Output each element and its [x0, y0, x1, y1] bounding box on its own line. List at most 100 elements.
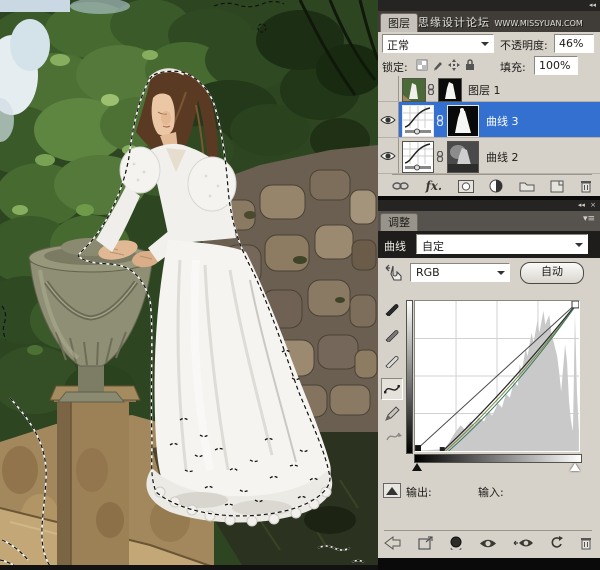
mask-link-icon[interactable]	[436, 115, 444, 126]
adjustments-footer	[384, 530, 592, 555]
photoshop-workspace: ◂◂ 图层 思缘设计论坛 WWW.MISSYUAN.COM 正常 不透明度: 4…	[0, 0, 600, 570]
collapse-panel-icon[interactable]: ◂◂	[589, 1, 596, 9]
channel-value: RGB	[416, 266, 440, 279]
blend-mode-value: 正常	[387, 39, 409, 52]
reset-icon[interactable]	[550, 536, 564, 550]
layer-name: 曲线 3	[486, 115, 519, 128]
channel-select[interactable]: RGB	[410, 263, 510, 282]
auto-button[interactable]: 自动	[520, 262, 584, 284]
blend-opacity-row: 正常 不透明度: 46%	[378, 32, 600, 56]
add-layer-mask-icon[interactable]	[457, 179, 474, 193]
fill-value: 100%	[539, 59, 571, 72]
shadow-input-slider[interactable]	[412, 463, 422, 471]
gray-point-eyedropper-icon[interactable]	[384, 326, 400, 342]
layers-tab-bar: 图层 思缘设计论坛 WWW.MISSYUAN.COM	[378, 11, 600, 32]
white-point-eyedropper-icon[interactable]	[384, 352, 400, 368]
eye-icon	[380, 115, 396, 124]
opacity-input[interactable]: 46%	[554, 34, 594, 53]
right-sleeve	[187, 156, 237, 212]
opacity-value: 46%	[559, 37, 584, 50]
curve-editor	[378, 288, 600, 478]
new-adjustment-layer-icon[interactable]	[489, 179, 503, 193]
panel-column: ◂◂ 图层 思缘设计论坛 WWW.MISSYUAN.COM 正常 不透明度: 4…	[378, 0, 600, 570]
new-group-icon[interactable]	[519, 180, 535, 192]
visibility-toggle[interactable]	[378, 102, 399, 137]
delete-layer-icon[interactable]	[580, 179, 592, 193]
fill-label: 填充:	[500, 61, 526, 74]
expanded-view-icon[interactable]	[418, 536, 434, 550]
layer-name: 图层 1	[468, 84, 501, 97]
clip-to-layer-icon[interactable]	[449, 536, 463, 550]
eye-icon	[380, 151, 396, 160]
highlight-input-slider[interactable]	[570, 463, 580, 471]
link-layers-icon[interactable]	[392, 181, 410, 191]
tab-adjustments[interactable]: 调整	[380, 213, 418, 231]
opacity-label: 不透明度:	[500, 39, 548, 52]
fill-input[interactable]: 100%	[534, 56, 578, 75]
edit-points-tool[interactable]	[381, 378, 403, 400]
mask-link-icon[interactable]	[436, 151, 444, 162]
adjustments-panel: ◂◂ × 调整 ▾≡ 曲线 自定 RGB 自动 输出: 输入:	[378, 200, 600, 558]
adjustments-tab-bar: 调整 ▾≡	[378, 211, 600, 231]
layers-panel: ◂◂ 图层 思缘设计论坛 WWW.MISSYUAN.COM 正常 不透明度: 4…	[378, 0, 600, 196]
adjustments-panel-header: ◂◂ ×	[378, 200, 600, 211]
lock-label: 锁定:	[382, 61, 408, 74]
draw-curve-pencil-icon[interactable]	[384, 406, 400, 422]
layer-mask-thumbnail[interactable]	[438, 78, 462, 102]
white-point-marker	[571, 301, 579, 309]
view-previous-state-icon[interactable]	[513, 537, 535, 549]
output-label: 输出:	[406, 486, 432, 499]
curves-adjustment-thumbnail[interactable]	[402, 105, 434, 137]
output-gradient-bar	[406, 300, 413, 454]
canvas-bottom-edge	[0, 565, 378, 570]
layer-list: 图层 1 曲线 3 曲线 2	[378, 76, 600, 174]
close-panel-icon[interactable]: ×	[590, 201, 596, 209]
new-layer-icon[interactable]	[550, 180, 564, 193]
black-point-marker	[415, 445, 422, 451]
watermark-url: WWW.MISSYUAN.COM	[494, 19, 583, 28]
clipping-preview-icon[interactable]	[383, 483, 401, 498]
curves-adjustment-thumbnail[interactable]	[402, 141, 434, 173]
photo-canvas[interactable]	[0, 0, 378, 570]
blend-mode-select[interactable]: 正常	[382, 34, 494, 53]
output-input-row: 输出: 输入:	[378, 482, 600, 502]
layer-row-quxian2[interactable]: 曲线 2	[378, 138, 600, 174]
mask-link-icon[interactable]	[427, 84, 435, 95]
input-gradient-bar	[414, 454, 582, 463]
channel-row: RGB 自动	[378, 258, 600, 288]
layer-name: 曲线 2	[486, 151, 519, 164]
visibility-toggle[interactable]	[378, 76, 399, 101]
layers-footer: fx.	[392, 174, 592, 197]
return-to-list-icon[interactable]	[384, 536, 402, 550]
layer-mask-thumbnail[interactable]	[447, 105, 479, 137]
visibility-toggle[interactable]	[378, 138, 399, 173]
smooth-curve-icon[interactable]	[384, 428, 402, 444]
preset-value: 自定	[422, 240, 444, 253]
curve-grid[interactable]	[414, 300, 580, 452]
watermark-name: 思缘设计论坛	[418, 16, 490, 29]
layer-mask-thumbnail[interactable]	[447, 141, 479, 173]
layer-thumbnail[interactable]	[402, 78, 426, 102]
delete-adjustment-icon[interactable]	[580, 536, 592, 550]
visibility-icon[interactable]	[479, 538, 497, 549]
chevron-down-icon	[481, 42, 489, 50]
pedestal	[49, 385, 141, 570]
layers-panel-header: ◂◂	[378, 0, 600, 11]
lock-fill-row: 锁定: 填充: 100%	[378, 56, 600, 76]
watermark: 思缘设计论坛 WWW.MISSYUAN.COM	[418, 14, 598, 30]
tab-layers[interactable]: 图层	[380, 13, 418, 32]
lock-position-icon[interactable]	[448, 59, 460, 71]
layer-row-tuceng1[interactable]: 图层 1	[378, 76, 600, 102]
layer-style-icon[interactable]: fx.	[426, 179, 443, 193]
panel-menu-icon[interactable]: ▾≡	[583, 214, 595, 224]
lock-all-icon[interactable]	[464, 58, 476, 71]
lock-transparency-icon[interactable]	[416, 59, 428, 71]
collapse-panel-icon[interactable]: ◂◂	[578, 201, 585, 209]
curves-label: 曲线	[384, 240, 406, 253]
targeted-adjustment-icon[interactable]	[383, 262, 405, 284]
black-point-eyedropper-icon[interactable]	[384, 300, 400, 316]
layer-row-quxian3[interactable]: 曲线 3	[378, 102, 600, 138]
curves-preset-select[interactable]: 自定	[416, 234, 588, 254]
curves-title-strip: 曲线 自定	[378, 231, 600, 258]
lock-pixels-icon[interactable]	[432, 59, 444, 71]
